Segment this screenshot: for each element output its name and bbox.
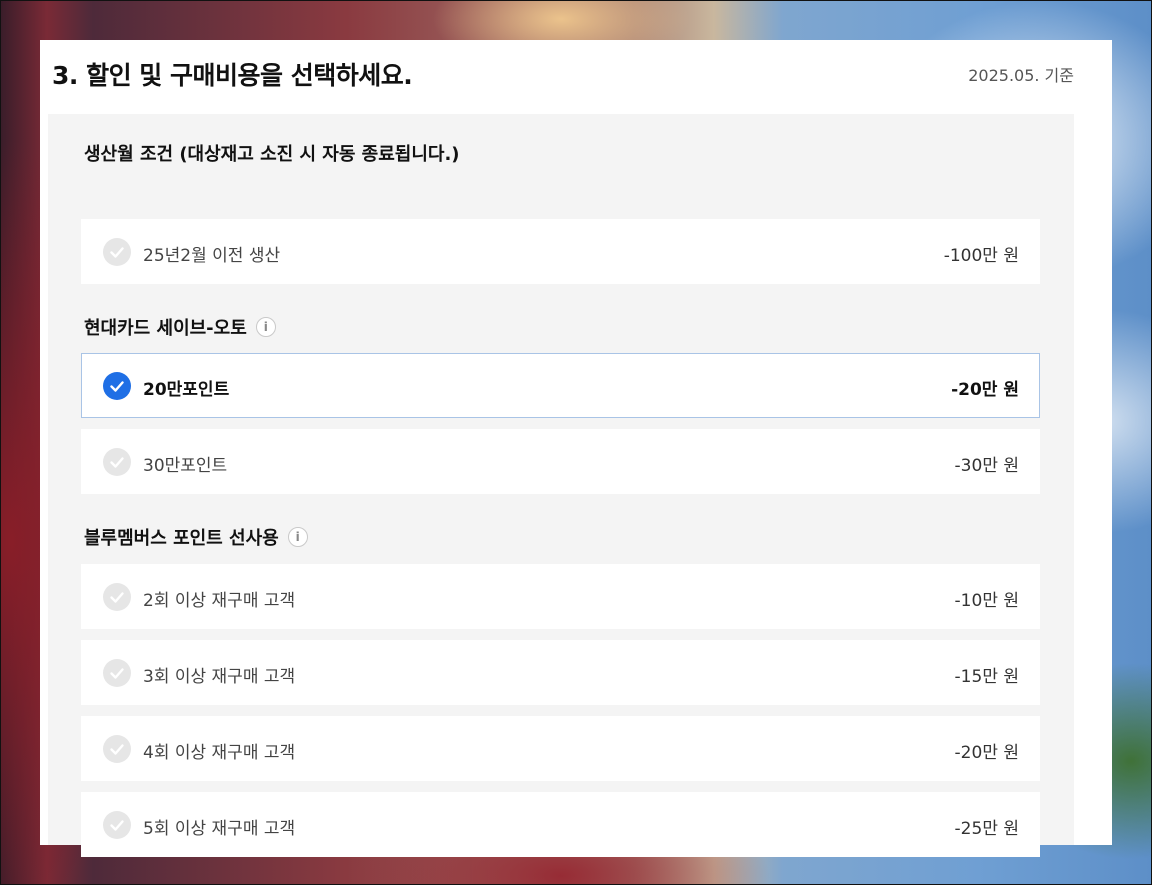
discount-selection-card: 3. 할인 및 구매비용을 선택하세요. 2025.05. 기준 생산월 조건 … [40,40,1112,857]
option-amount: -30만 원 [954,456,1019,476]
option-production-before-feb[interactable]: 25년2월 이전 생산 -100만 원 [81,219,1040,284]
option-amount: -100만 원 [943,246,1019,266]
section-title-production-month: 생산월 조건 (대상재고 소진 시 자동 종료됩니다.) [84,140,460,166]
option-label: 20만포인트 [143,380,230,400]
option-label: 3회 이상 재구매 고객 [143,667,296,687]
info-icon[interactable]: i [287,527,308,547]
section-title-blue-members-points: 블루멤버스 포인트 선사용 i [84,524,308,550]
option-label: 2회 이상 재구매 고객 [143,591,296,611]
info-icon[interactable]: i [255,317,276,337]
option-label: 30만포인트 [143,456,228,476]
option-5th-repurchase[interactable]: 5회 이상 재구매 고객 -25만 원 [81,792,1040,857]
option-200k-points[interactable]: 20만포인트 -20만 원 [81,353,1040,418]
option-2nd-repurchase[interactable]: 2회 이상 재구매 고객 -10만 원 [81,564,1040,629]
option-amount: -25만 원 [954,819,1019,839]
check-icon [103,372,131,400]
as-of-date: 2025.05. 기준 [968,66,1074,85]
section-title-text: 현대카드 세이브-오토 [84,318,247,339]
check-icon [103,448,131,476]
option-300k-points[interactable]: 30만포인트 -30만 원 [81,429,1040,494]
section-title-text: 생산월 조건 (대상재고 소진 시 자동 종료됩니다.) [84,144,460,165]
section-header: 3. 할인 및 구매비용을 선택하세요. 2025.05. 기준 [40,40,1112,114]
check-icon [103,659,131,687]
option-amount: -20만 원 [951,380,1019,400]
check-icon [103,583,131,611]
option-amount: -15만 원 [954,667,1019,687]
check-icon [103,811,131,839]
check-icon [103,735,131,763]
option-3rd-repurchase[interactable]: 3회 이상 재구매 고객 -15만 원 [81,640,1040,705]
page-title: 3. 할인 및 구매비용을 선택하세요. [52,61,413,90]
check-icon [103,238,131,266]
option-label: 5회 이상 재구매 고객 [143,819,296,839]
option-amount: -20만 원 [954,743,1019,763]
option-label: 4회 이상 재구매 고객 [143,743,296,763]
section-title-hyundai-card-save-auto: 현대카드 세이브-오토 i [84,314,276,340]
option-label: 25년2월 이전 생산 [143,246,281,266]
option-4th-repurchase[interactable]: 4회 이상 재구매 고객 -20만 원 [81,716,1040,781]
option-amount: -10만 원 [954,591,1019,611]
section-title-text: 블루멤버스 포인트 선사용 [84,528,279,549]
options-panel: 생산월 조건 (대상재고 소진 시 자동 종료됩니다.) 25년2월 이전 생산… [48,114,1074,857]
